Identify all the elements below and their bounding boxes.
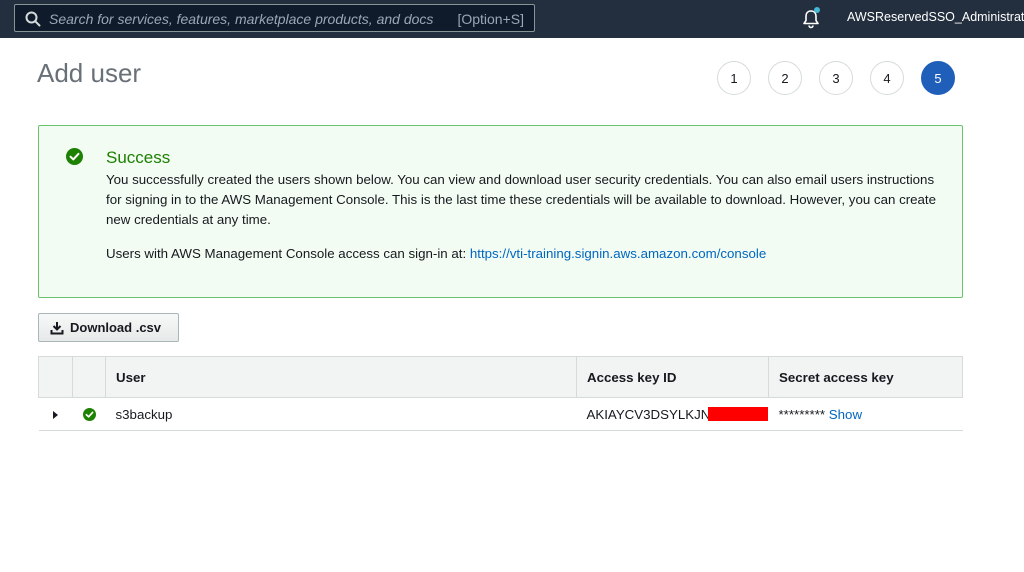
success-check-icon [82,408,96,422]
status-cell [72,397,106,431]
download-csv-label: Download .csv [70,320,162,335]
redaction-box [708,406,769,421]
download-icon [50,321,64,334]
wizard-step-5-active[interactable]: 5 [921,61,955,95]
wizard-step-1[interactable]: 1 [717,61,751,95]
wizard-step-3[interactable]: 3 [819,61,853,95]
table-row: s3backup AKIAYCV3DSYLKJN ********* Show [38,397,963,431]
notification-badge [814,7,820,13]
column-header-secret-access-key[interactable]: Secret access key [768,356,963,398]
signin-text: Users with AWS Management Console access… [106,246,470,261]
show-secret-link[interactable]: Show [829,407,862,422]
search-icon [25,11,41,27]
search-placeholder: Search for services, features, marketpla… [49,11,434,27]
success-check-icon [66,148,83,165]
download-csv-button[interactable]: Download .csv [38,313,179,342]
signin-url-link[interactable]: https://vti-training.signin.aws.amazon.c… [470,246,766,261]
user-name-cell: s3backup [105,397,577,431]
wizard-steps: 1 2 3 4 5 [717,61,955,95]
success-alert: Success You successfully created the use… [38,125,963,298]
search-shortcut-hint: [Option+S] [457,11,524,27]
column-header-status [72,356,106,398]
expand-caret-icon[interactable] [52,410,58,419]
signin-info: Users with AWS Management Console access… [106,244,766,264]
access-key-id-value: AKIAYCV3DSYLKJN [586,406,711,422]
alert-body: You successfully created the users shown… [106,172,937,227]
secret-mask: ********* [778,406,826,422]
created-users-table: User Access key ID Secret access key s3b… [38,356,963,431]
wizard-step-2[interactable]: 2 [768,61,802,95]
column-header-expand [38,356,73,398]
notifications-button[interactable] [800,7,822,30]
table-header-row: User Access key ID Secret access key [38,356,963,398]
account-menu[interactable]: AWSReservedSSO_Administrator/ [847,10,1024,24]
column-header-access-key-id[interactable]: Access key ID [576,356,769,398]
wizard-step-4[interactable]: 4 [870,61,904,95]
column-header-user[interactable]: User [105,356,577,398]
expand-cell[interactable] [38,397,73,431]
alert-heading: Success [106,148,171,167]
secret-access-key-cell: ********* Show [768,397,963,431]
top-nav-bar: Search for services, features, marketpla… [0,0,1024,38]
page-title: Add user [37,58,142,88]
access-key-id-cell: AKIAYCV3DSYLKJN [576,397,769,431]
search-input[interactable]: Search for services, features, marketpla… [14,4,535,32]
